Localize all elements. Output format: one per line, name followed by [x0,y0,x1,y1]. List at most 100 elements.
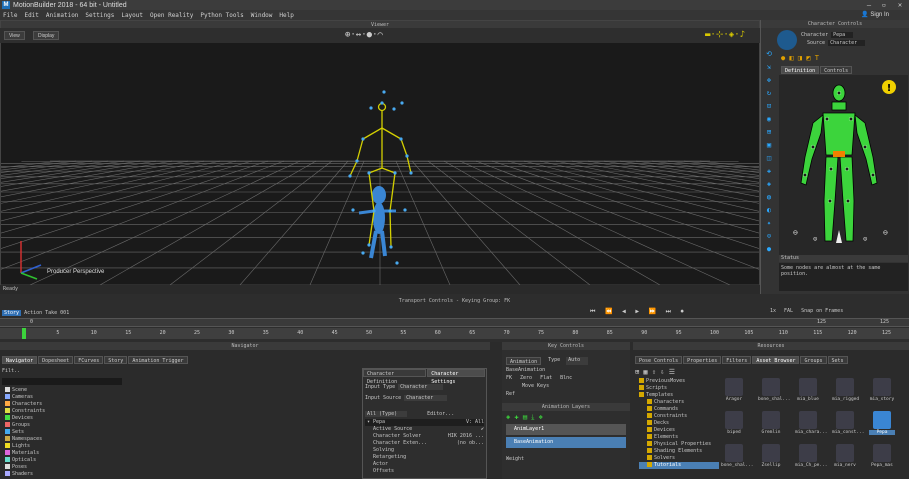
tab-definition[interactable]: Definition [781,66,820,74]
resource-folder-devices[interactable]: Devices [639,427,719,434]
tab-navigator[interactable]: Navigator [2,356,38,364]
camera-tools-icon[interactable]: ▬·⊹·◈·♪ [705,30,745,40]
snap-select[interactable]: Snap on Frames [801,308,843,314]
tab-filters[interactable]: Filters [722,356,752,364]
tab-fcurves[interactable]: FCurves [74,356,104,364]
menu-animation[interactable]: Animation [46,12,79,19]
tab-groups[interactable]: Groups [800,356,827,364]
tree-item-characters[interactable]: Characters [5,401,45,408]
hik-body-figure[interactable]: ! ⊖ ⊖ ⊙ ⊙ [779,75,908,255]
input-source-select[interactable]: Character [404,395,448,401]
input-type-select[interactable]: Character [398,384,444,390]
left-foot-icon[interactable]: ⊙ [813,235,817,243]
animation-layer-row[interactable]: AnimLayer1 [506,424,626,435]
asset-item[interactable]: bone_shal... [721,444,754,468]
timeline-ruler[interactable]: 0510152025303540455055606570758085909510… [0,328,909,339]
asset-item[interactable]: Pepa_mas [869,444,895,468]
tree-item-materials[interactable]: Materials [5,450,45,457]
story-mode-button[interactable]: Story [2,309,22,316]
resource-folder-characters[interactable]: Characters [639,399,719,406]
playback-buttons[interactable]: ⏮ ⏪ ◀ ▶ ⏩ ⏭ ⏺ [590,308,687,316]
tree-item-namespaces[interactable]: Namespaces [5,436,45,443]
hips-marker[interactable] [833,151,845,157]
asset-item[interactable]: Zsellip [758,444,784,468]
animation-button[interactable]: Animation [506,357,542,365]
asset-item[interactable]: mia_blue [795,378,821,402]
tab-sets[interactable]: Sets [827,356,848,364]
tree-item-groups[interactable]: Groups [5,422,45,429]
tree-item-poses[interactable]: Poses [5,464,45,471]
minimize-button[interactable]: – [861,0,877,10]
tab-character-definition[interactable]: Character Definition [363,369,427,385]
resource-folder-decks[interactable]: Decks [639,420,719,427]
property-row[interactable]: Character Solver HIK 2016 ... [365,433,484,440]
asset-item[interactable]: mia_chara... [795,411,828,435]
asset-item[interactable]: mia_nerv [832,444,858,468]
asset-item[interactable]: mia_Ch_pe... [795,444,828,468]
source-select[interactable]: Character [828,40,866,46]
asset-item[interactable]: bone_shal... [758,378,791,402]
animation-layer-row[interactable]: BaseAnimation [506,437,626,448]
tree-item-opticals[interactable]: Opticals [5,457,45,464]
navigator-filter[interactable]: Filt.. [2,368,20,374]
menu-help[interactable]: Help [279,12,293,19]
move-keys-button[interactable]: Move Keys [522,383,610,389]
property-row[interactable]: Solving [365,447,484,454]
playhead[interactable] [22,328,26,339]
key-type-select[interactable]: Auto [566,357,589,365]
layer-tools-icon[interactable]: ◈ ✚ ▤ ⤓ ❖ [506,413,626,422]
right-foot-icon[interactable]: ⊙ [863,235,867,243]
maximize-button[interactable]: ▫ [876,0,892,10]
tab-character-settings[interactable]: Character Settings [427,369,485,385]
sign-in-button[interactable]: 👤 Sign In [861,10,889,20]
speed-select[interactable]: 1x [770,308,776,314]
left-hand-toggle-icon[interactable]: ⊖ [793,228,798,237]
tab-dopesheet[interactable]: Dopesheet [38,356,74,364]
editor-button[interactable]: Editor... [427,411,454,417]
property-filter-select[interactable]: All (Type) [365,411,408,417]
resource-folder-templates[interactable]: Templates [639,392,719,399]
flat-button[interactable]: Flat [540,375,552,381]
navigator-search-input[interactable] [2,378,122,385]
asset-item[interactable]: Gremlin [758,411,784,435]
base-layer-select[interactable]: BaseAnimation [506,367,626,373]
asset-item[interactable]: Pepa [869,411,895,435]
character-tools-icon[interactable]: ● ◧ ◨ ◩ T [781,54,819,62]
character-avatar-icon[interactable] [777,30,797,50]
property-row[interactable]: Active Source ✔ [365,426,484,433]
asset-item[interactable]: Aragor [721,378,747,402]
resource-folder-tutorials[interactable]: Tutorials [639,462,719,469]
resource-folder-scripts[interactable]: Scripts [639,385,719,392]
menu-settings[interactable]: Settings [85,12,114,19]
close-button[interactable]: ✕ [892,0,908,10]
tab-properties[interactable]: Properties [683,356,722,364]
asset-item[interactable]: mia_story [869,378,895,402]
tab-animation-trigger[interactable]: Animation Trigger [128,356,188,364]
character-toolstrip[interactable]: ⟲ ⇲ ✥ ↻ ⊡ ◉ ⊞ ▣ ◫ ✚ ◈ ◍ ◐ ✦ ⊙ ● [763,48,775,268]
tree-item-cameras[interactable]: Cameras [5,394,45,401]
tab-story[interactable]: Story [104,356,128,364]
character-select[interactable]: Pepa [831,32,854,38]
menu-open-reality[interactable]: Open Reality [150,12,193,19]
fps-select[interactable]: FAL [784,308,793,314]
tree-item-shaders[interactable]: Shaders [5,471,45,478]
menu-file[interactable]: File [3,12,17,19]
resource-folder-constraints[interactable]: Constraints [639,413,719,420]
tree-item-devices[interactable]: Devices [5,415,45,422]
resource-folder-previousmoves[interactable]: PreviousMoves [639,378,719,385]
blend-button[interactable]: Blnc [560,375,572,381]
scene-3d-view[interactable] [1,43,759,285]
tab-controls[interactable]: Controls [820,66,853,74]
tree-item-scene[interactable]: Scene [5,387,45,394]
asset-item[interactable]: mia_const... [832,411,865,435]
resource-folder-commands[interactable]: Commands [639,406,719,413]
property-row[interactable]: Actor [365,461,484,468]
tree-item-constraints[interactable]: Constraints [5,408,45,415]
tree-item-sets[interactable]: Sets [5,429,45,436]
resource-folder-shading-elements[interactable]: Shading Elements [639,448,719,455]
property-row[interactable]: Offsets [365,468,484,475]
asset-item[interactable]: mia_rigged [832,378,859,402]
menu-window[interactable]: Window [251,12,273,19]
resource-folder-solvers[interactable]: Solvers [639,455,719,462]
property-row[interactable]: Retargeting [365,454,484,461]
